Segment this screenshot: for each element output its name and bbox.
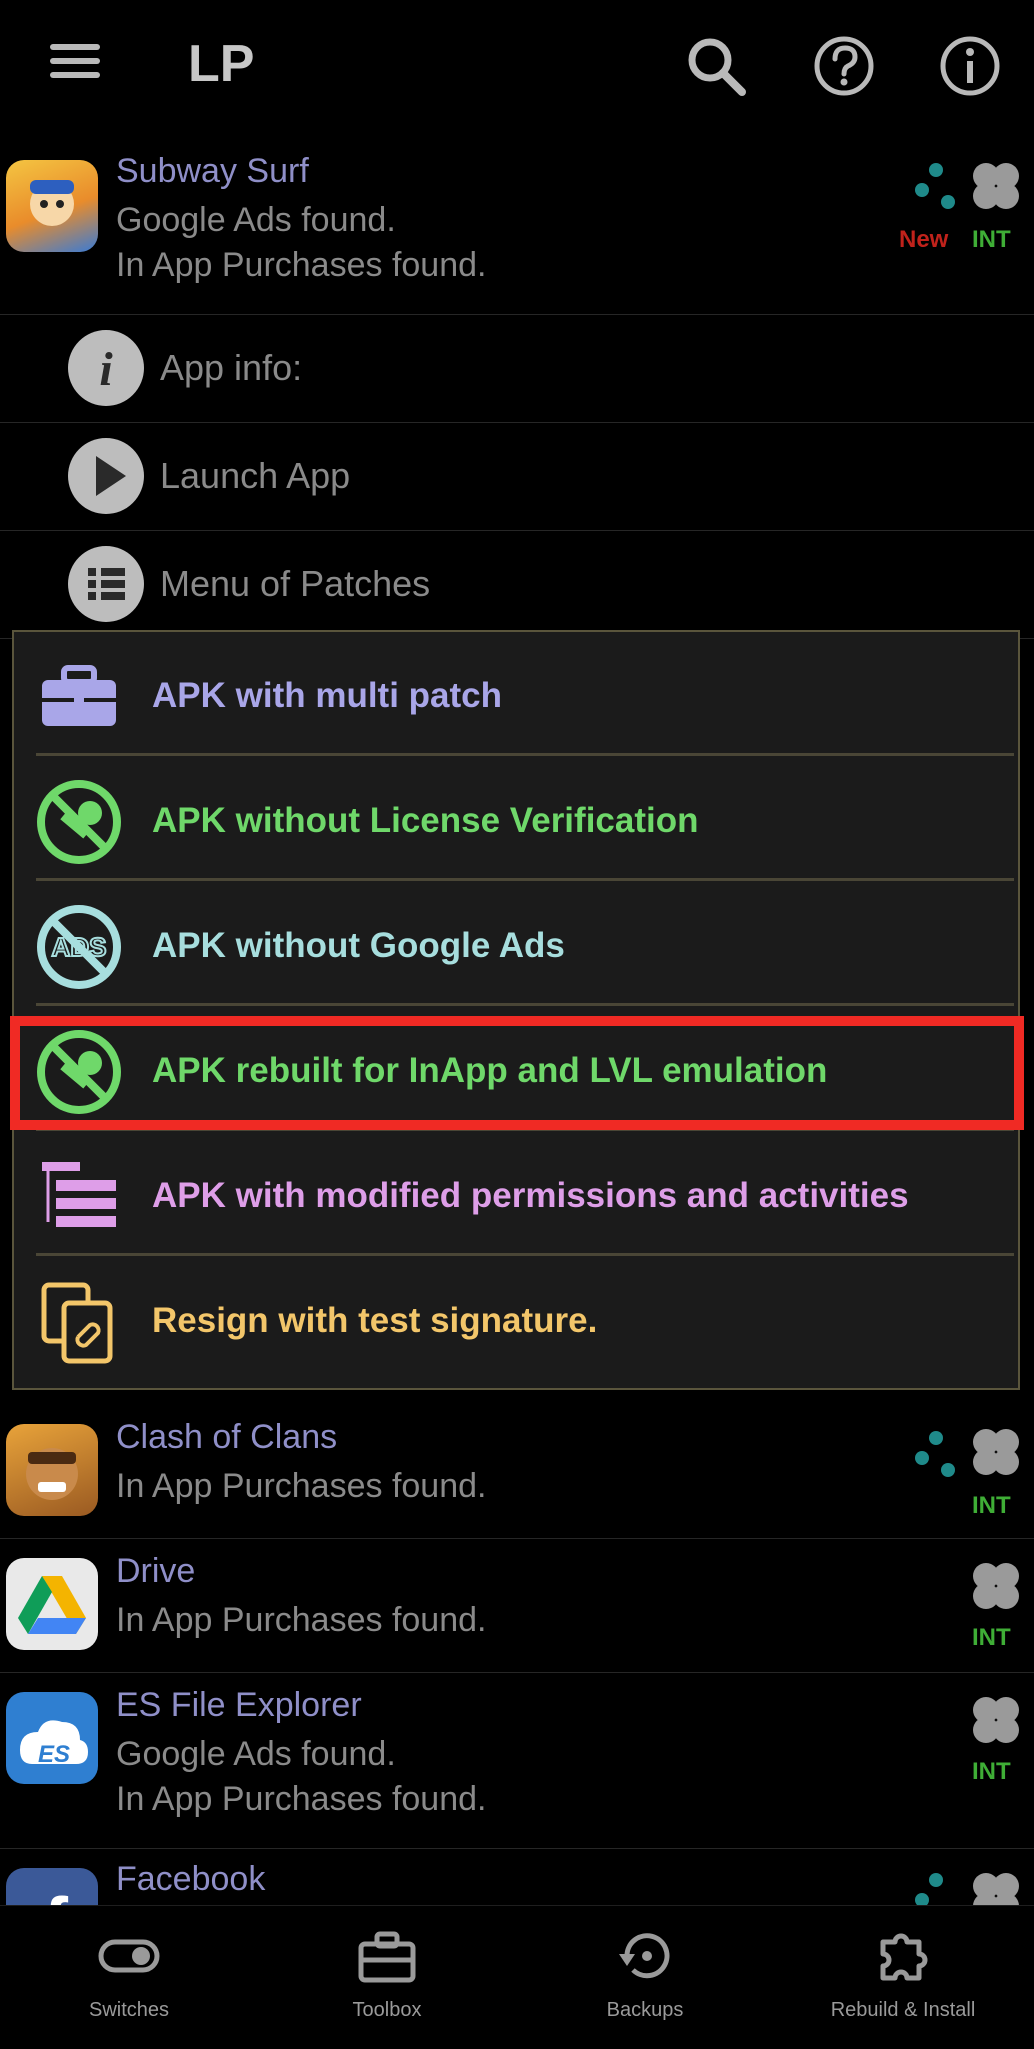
app-desc-line: In App Purchases found. [116,1601,487,1639]
app-name: Clash of Clans [116,1418,338,1456]
submenu-label: Menu of Patches [160,563,431,604]
submenu-app-info[interactable]: i App info: [0,314,1034,423]
badge-int: INT [972,1492,1011,1519]
restore-icon [619,1933,670,1979]
submenu-launch-app[interactable]: Launch App [0,422,1034,531]
clash-of-clans-app-icon [6,1424,98,1516]
svg-text:i: i [99,343,113,396]
menu-icon[interactable] [40,36,110,92]
submenu-menu-of-patches[interactable]: Menu of Patches [0,530,1034,639]
clover-icon [973,1697,1019,1743]
app-name: Subway Surf [116,152,309,190]
facebook-app-icon: f [6,1868,98,1908]
badge-int: INT [972,1624,1011,1651]
menu-item-label: APK without License Verification [152,801,699,840]
nav-label: Switches [88,1999,170,2021]
help-icon[interactable] [808,30,880,102]
badge-int: INT [972,226,1011,253]
menu-item-label: APK without Google Ads [152,926,565,965]
app-title: LP [188,35,255,93]
search-icon[interactable] [680,30,752,102]
info-icon[interactable] [934,30,1006,102]
menu-item-rebuilt-inapp-lvl[interactable]: APK rebuilt for InApp and LVL emulation [14,1007,1018,1131]
puzzle-icon [880,1933,928,1981]
app-row-clash-of-clans[interactable]: Clash of Clans In App Purchases found. I… [0,1404,1034,1539]
signature-file-icon [41,1282,113,1364]
nav-switches[interactable]: Switches [0,1906,258,2049]
nav-label: Backups [606,1999,684,2021]
app-name: ES File Explorer [116,1686,362,1724]
menu-item-resign-test-signature[interactable]: Resign with test signature. [14,1257,1018,1381]
toolbox-icon [358,1931,416,1983]
nav-rebuild-install[interactable]: Rebuild & Install [774,1906,1032,2049]
submenu-label: Launch App [160,455,351,496]
dots-icon [915,1431,955,1477]
no-key-icon [37,780,121,864]
no-ads-icon: ADS [37,905,121,989]
play-icon [68,438,144,514]
nav-label: Toolbox [352,1999,422,2021]
app-bar: LP [0,0,1034,130]
app-desc-line: In App Purchases found. [116,1780,487,1818]
menu-item-modified-permissions[interactable]: APK with modified permissions and activi… [14,1132,1018,1256]
toggle-icon [98,1939,160,1973]
menu-item-label: APK with modified permissions and activi… [152,1176,909,1215]
menu-item-label: Resign with test signature. [152,1301,598,1340]
app-row-es-file-explorer[interactable]: ES ES File Explorer Google Ads found. In… [0,1672,1034,1849]
es-file-explorer-app-icon: ES [6,1692,98,1784]
subway-surf-app-icon [6,160,98,252]
menu-item-label: APK rebuilt for InApp and LVL emulation [152,1051,828,1090]
app-desc-line: Google Ads found. [116,201,396,239]
nav-backups[interactable]: Backups [516,1906,774,2049]
clover-icon [973,1873,1019,1908]
drive-app-icon [6,1558,98,1650]
bottom-navigation: Switches Toolbox Backups Rebuild & Insta… [0,1905,1034,2049]
badge-int: INT [972,1758,1011,1785]
patch-menu-popup: APK with multi patch APK without License… [12,630,1020,1390]
clover-icon [973,163,1019,209]
clover-icon [973,1563,1019,1609]
dots-icon [915,163,955,209]
app-row-drive[interactable]: Drive In App Purchases found. INT [0,1538,1034,1673]
no-key-icon [37,1030,121,1114]
clover-icon [973,1429,1019,1475]
menu-item-label: APK with multi patch [152,676,502,715]
menu-item-no-google-ads[interactable]: ADS APK without Google Ads [14,882,1018,1006]
app-desc-line: In App Purchases found. [116,1467,487,1505]
menu-item-no-license-verification[interactable]: APK without License Verification [14,757,1018,881]
nav-toolbox[interactable]: Toolbox [258,1906,516,2049]
svg-text:ES: ES [38,1741,70,1768]
dots-icon [915,1873,943,1907]
permissions-list-icon [42,1162,116,1227]
menu-item-multi-patch[interactable]: APK with multi patch [14,632,1018,756]
list-icon [68,546,144,622]
app-desc-line: In App Purchases found. [116,246,487,284]
app-row-subway-surf[interactable]: Subway Surf Google Ads found. In App Pur… [0,138,1034,315]
app-name: Facebook [116,1860,266,1898]
submenu-label: App info: [160,347,303,388]
app-desc-line: Google Ads found. [116,1735,396,1773]
toolbox-icon [42,665,116,726]
info-icon: i [68,330,144,406]
app-row-facebook[interactable]: f Facebook [0,1848,1034,1908]
app-name: Drive [116,1552,196,1590]
nav-label: Rebuild & Install [830,1999,976,2021]
badge-new: New [899,226,949,253]
